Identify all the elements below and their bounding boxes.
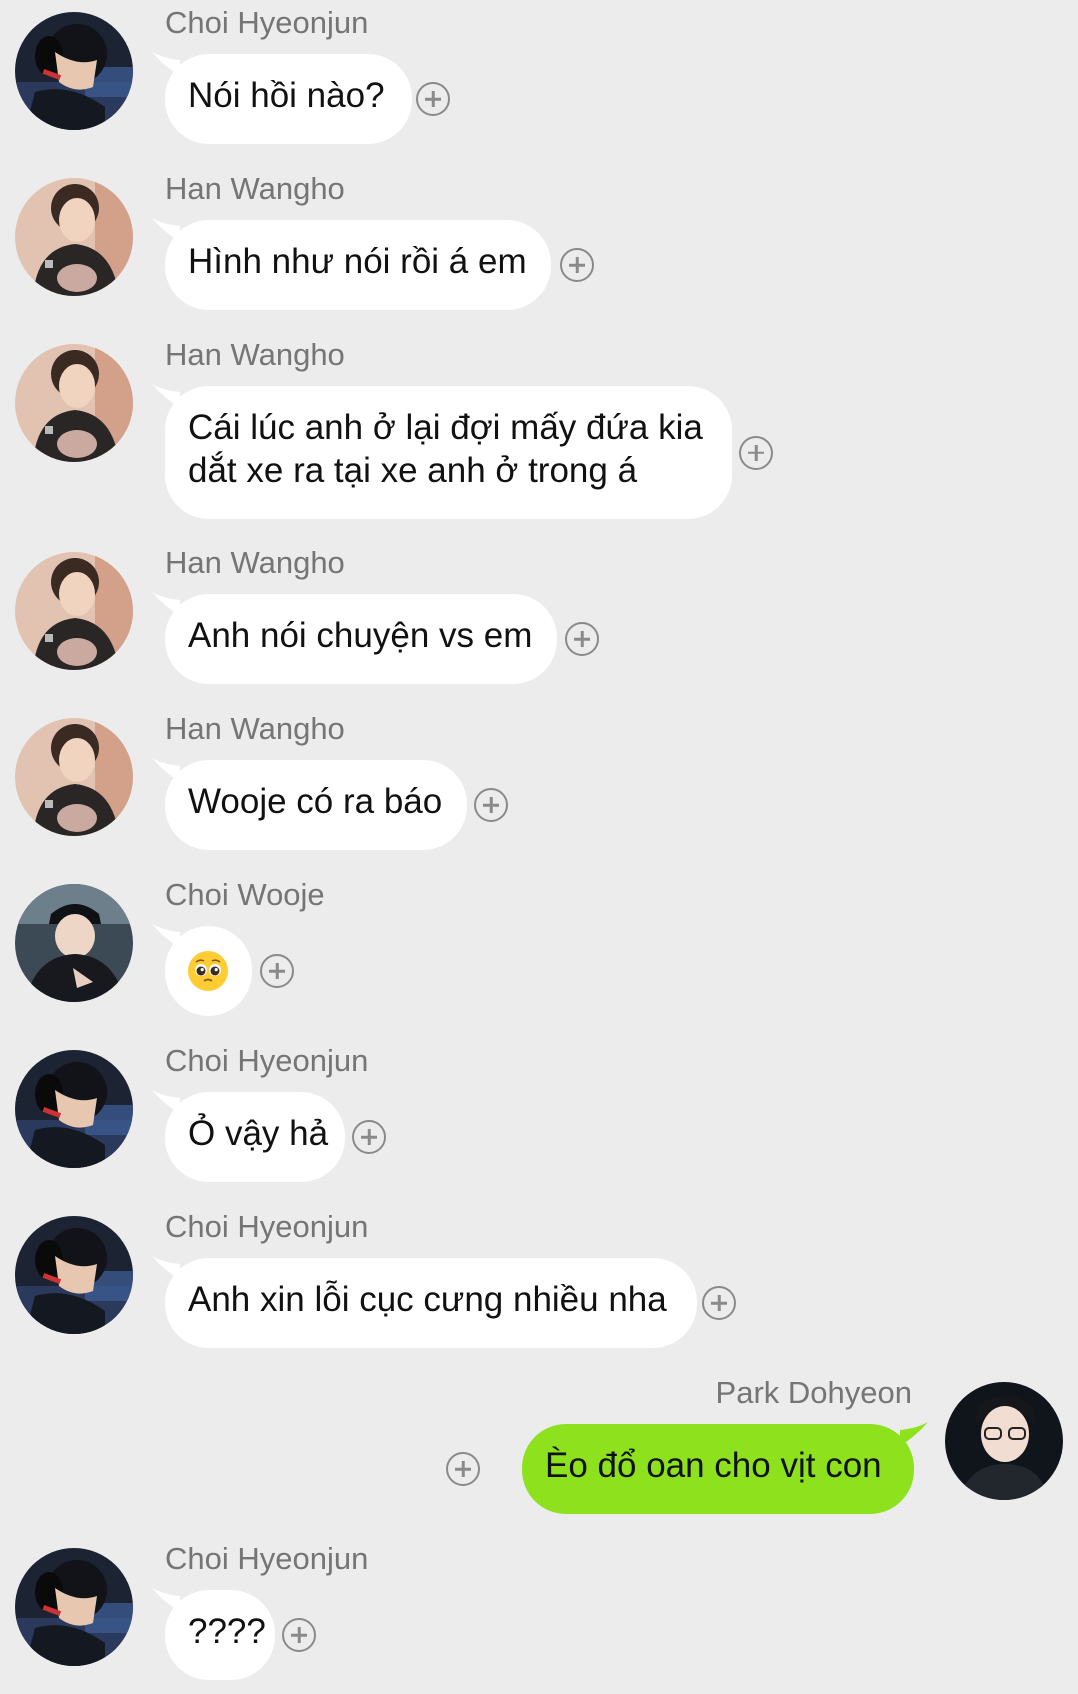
message-row: Choi Hyeonjun???? [0, 1536, 1078, 1686]
message-row: Choi Wooje [0, 872, 1078, 1022]
sender-name: Han Wangho [165, 711, 345, 746]
message-bubble[interactable]: Nói hồi nào? [165, 54, 412, 144]
message-bubble[interactable]: Hình như nói rồi á em [165, 220, 551, 310]
sender-name: Park Dohyeon [715, 1375, 912, 1410]
sender-name: Choi Hyeonjun [165, 1541, 369, 1576]
avatar[interactable] [15, 1216, 133, 1334]
message-bubble[interactable] [165, 926, 252, 1016]
message-text: Cái lúc anh ở lại đợi mấy đứa kia [188, 408, 703, 447]
message-text: Ỏ vậy hả [188, 1114, 329, 1153]
chat-thread: Choi Hyeonjun Nói hồi nào? Han Wangho Hình… [0, 0, 1078, 1694]
message-bubble[interactable]: Èo đổ oan cho vịt con [522, 1424, 914, 1514]
pleading-face-emoji [188, 951, 228, 991]
plus-circle-icon[interactable] [352, 1120, 386, 1154]
plus-circle-icon[interactable] [560, 248, 594, 282]
message-row: Han Wangho Anh nói chuyện vs em [0, 540, 1078, 690]
message-text: Hình như nói rồi á em [188, 242, 527, 281]
sender-name: Choi Wooje [165, 877, 325, 912]
plus-circle-icon[interactable] [565, 622, 599, 656]
message-text: Wooje có ra báo [188, 782, 443, 821]
message-text: Èo đổ oan cho vịt con [545, 1446, 882, 1485]
sender-name: Han Wangho [165, 337, 345, 372]
message-bubble[interactable]: Wooje có ra báo [165, 760, 467, 850]
avatar[interactable] [15, 344, 133, 462]
plus-circle-icon[interactable] [702, 1286, 736, 1320]
message-text: dắt xe ra tại xe anh ở trong á [188, 451, 638, 490]
plus-circle-icon[interactable] [446, 1452, 480, 1486]
message-bubble[interactable]: Anh nói chuyện vs em [165, 594, 557, 684]
message-text: Anh nói chuyện vs em [188, 616, 533, 655]
plus-circle-icon[interactable] [282, 1618, 316, 1652]
message-row: Han Wangho Hình như nói rồi á em [0, 166, 1078, 316]
message-row: Choi Hyeonjun Ỏ vậy hả [0, 1038, 1078, 1188]
avatar[interactable] [15, 1548, 133, 1666]
message-text: Nói hồi nào? [188, 76, 385, 115]
message-row: Choi Hyeonjun Nói hồi nào? [0, 0, 1078, 150]
plus-circle-icon[interactable] [260, 954, 294, 988]
sender-name: Choi Hyeonjun [165, 1043, 369, 1078]
plus-circle-icon[interactable] [474, 788, 508, 822]
avatar[interactable] [15, 884, 133, 1002]
message-text: Anh xin lỗi cục cưng nhiều nha [188, 1280, 667, 1319]
avatar[interactable] [15, 552, 133, 670]
sender-name: Choi Hyeonjun [165, 5, 369, 40]
plus-circle-icon[interactable] [416, 82, 450, 116]
message-bubble[interactable]: Ỏ vậy hả [165, 1092, 345, 1182]
message-row: Han Wangho Wooje có ra báo [0, 706, 1078, 856]
message-text: ???? [188, 1612, 266, 1651]
message-row: Choi Hyeonjun Anh xin lỗi cục cưng nhiều … [0, 1204, 1078, 1354]
avatar[interactable] [15, 718, 133, 836]
avatar[interactable] [15, 178, 133, 296]
sender-name: Han Wangho [165, 171, 345, 206]
avatar[interactable] [15, 1050, 133, 1168]
plus-circle-icon[interactable] [739, 435, 773, 470]
message-row: Han Wangho Cái lúc anh ở lại đợi mấy đứa … [0, 332, 1078, 525]
message-row: Park Dohyeon Èo đổ oan cho vịt con [0, 1370, 1078, 1520]
sender-name: Han Wangho [165, 545, 345, 580]
message-bubble[interactable]: Cái lúc anh ở lại đợi mấy đứa kia dắt xe … [165, 386, 732, 519]
message-bubble[interactable]: ???? [165, 1590, 275, 1680]
message-bubble[interactable]: Anh xin lỗi cục cưng nhiều nha [165, 1258, 697, 1348]
sender-name: Choi Hyeonjun [165, 1209, 369, 1244]
avatar[interactable] [945, 1382, 1063, 1500]
avatar[interactable] [15, 12, 133, 130]
